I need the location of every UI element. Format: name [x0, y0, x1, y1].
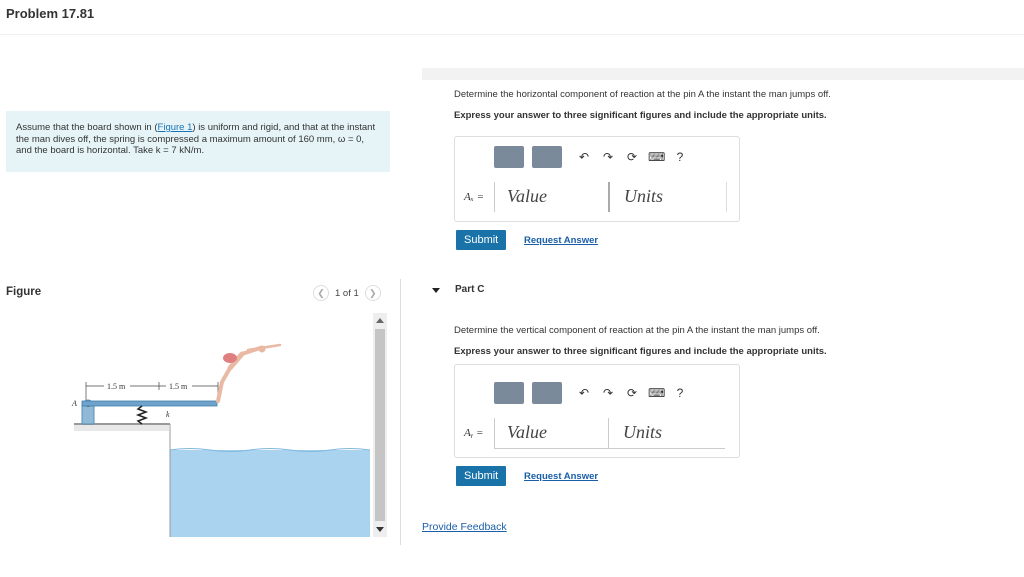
templates-button[interactable]	[494, 382, 524, 404]
part-c-variable-label: Aᵧ =	[464, 427, 484, 439]
panel-divider	[400, 279, 401, 545]
redo-icon[interactable]: ↷	[600, 150, 616, 164]
part-c-question: Determine the vertical component of reac…	[454, 325, 820, 336]
diver	[216, 343, 282, 403]
figure-page-count: 1 of 1	[335, 287, 359, 299]
part-c-value-field[interactable]: Value	[494, 418, 609, 449]
part-b-instruction: Express your answer to three significant…	[454, 110, 827, 121]
part-b-units-placeholder: Units	[624, 186, 664, 206]
part-b-value-field[interactable]: Value	[494, 182, 609, 212]
scroll-up-icon[interactable]	[376, 318, 384, 323]
part-c-submit-button[interactable]: Submit	[456, 466, 507, 486]
problem-statement: Assume that the board shown in (Figure 1…	[6, 111, 390, 172]
diving-board	[81, 400, 218, 407]
dimension-right: 1.5 m	[169, 382, 188, 391]
redo-icon[interactable]: ↷	[600, 386, 616, 400]
units-button[interactable]	[532, 382, 562, 404]
figure-image: 1.5 m 1.5 m A k	[71, 343, 370, 537]
units-button[interactable]	[532, 146, 562, 168]
part-c-request-answer-link[interactable]: Request Answer	[524, 471, 598, 482]
pin-label: A	[71, 399, 77, 408]
provide-feedback-link[interactable]: Provide Feedback	[422, 521, 507, 533]
scroll-thumb[interactable]	[375, 329, 385, 521]
spring-label: k	[166, 410, 170, 419]
figure-heading: Figure	[6, 286, 42, 298]
dimension-left: 1.5 m	[107, 382, 126, 391]
keyboard-icon[interactable]: ⌨	[648, 386, 665, 400]
water	[170, 450, 370, 537]
figure-link[interactable]: Figure 1	[158, 122, 193, 133]
part-b-request-answer-link[interactable]: Request Answer	[524, 235, 598, 246]
figure-pager: ❮ 1 of 1 ❯	[313, 285, 381, 301]
undo-icon[interactable]: ↶	[576, 150, 592, 164]
scroll-down-icon[interactable]	[376, 527, 384, 532]
part-c-value-placeholder: Value	[507, 422, 547, 442]
undo-icon[interactable]: ↶	[576, 386, 592, 400]
prev-figure-button[interactable]: ❮	[313, 285, 329, 301]
part-b-value-placeholder: Value	[507, 186, 547, 206]
part-b-question: Determine the horizontal component of re…	[454, 89, 831, 100]
part-c-instruction: Express your answer to three significant…	[454, 346, 827, 357]
part-b-header-bar	[422, 68, 1024, 80]
next-figure-button[interactable]: ❯	[364, 285, 381, 301]
spring	[135, 405, 149, 425]
part-c-units-placeholder: Units	[623, 422, 663, 442]
part-b-units-field[interactable]: Units	[608, 182, 727, 212]
part-b-variable-label: Aₓ =	[464, 191, 485, 203]
part-c-units-field[interactable]: Units	[608, 418, 725, 449]
header-divider	[0, 34, 1024, 35]
page-title: Problem 17.81	[6, 6, 95, 21]
templates-button[interactable]	[494, 146, 524, 168]
part-b-submit-button[interactable]: Submit	[456, 230, 507, 250]
reset-icon[interactable]: ⟳	[624, 150, 640, 164]
part-c-collapse-icon[interactable]	[432, 288, 440, 293]
reset-icon[interactable]: ⟳	[624, 386, 640, 400]
part-c-title[interactable]: Part C	[455, 284, 484, 295]
help-icon[interactable]: ?	[672, 150, 688, 164]
help-icon[interactable]: ?	[672, 386, 688, 400]
problem-text-1: Assume that the board shown in (	[16, 122, 158, 133]
figure-scrollbar[interactable]	[373, 313, 387, 537]
part-c-toolbar: ↶ ↷ ⟳ ⌨ ?	[494, 382, 688, 404]
keyboard-icon[interactable]: ⌨	[648, 150, 665, 164]
part-b-toolbar: ↶ ↷ ⟳ ⌨ ?	[494, 146, 688, 168]
